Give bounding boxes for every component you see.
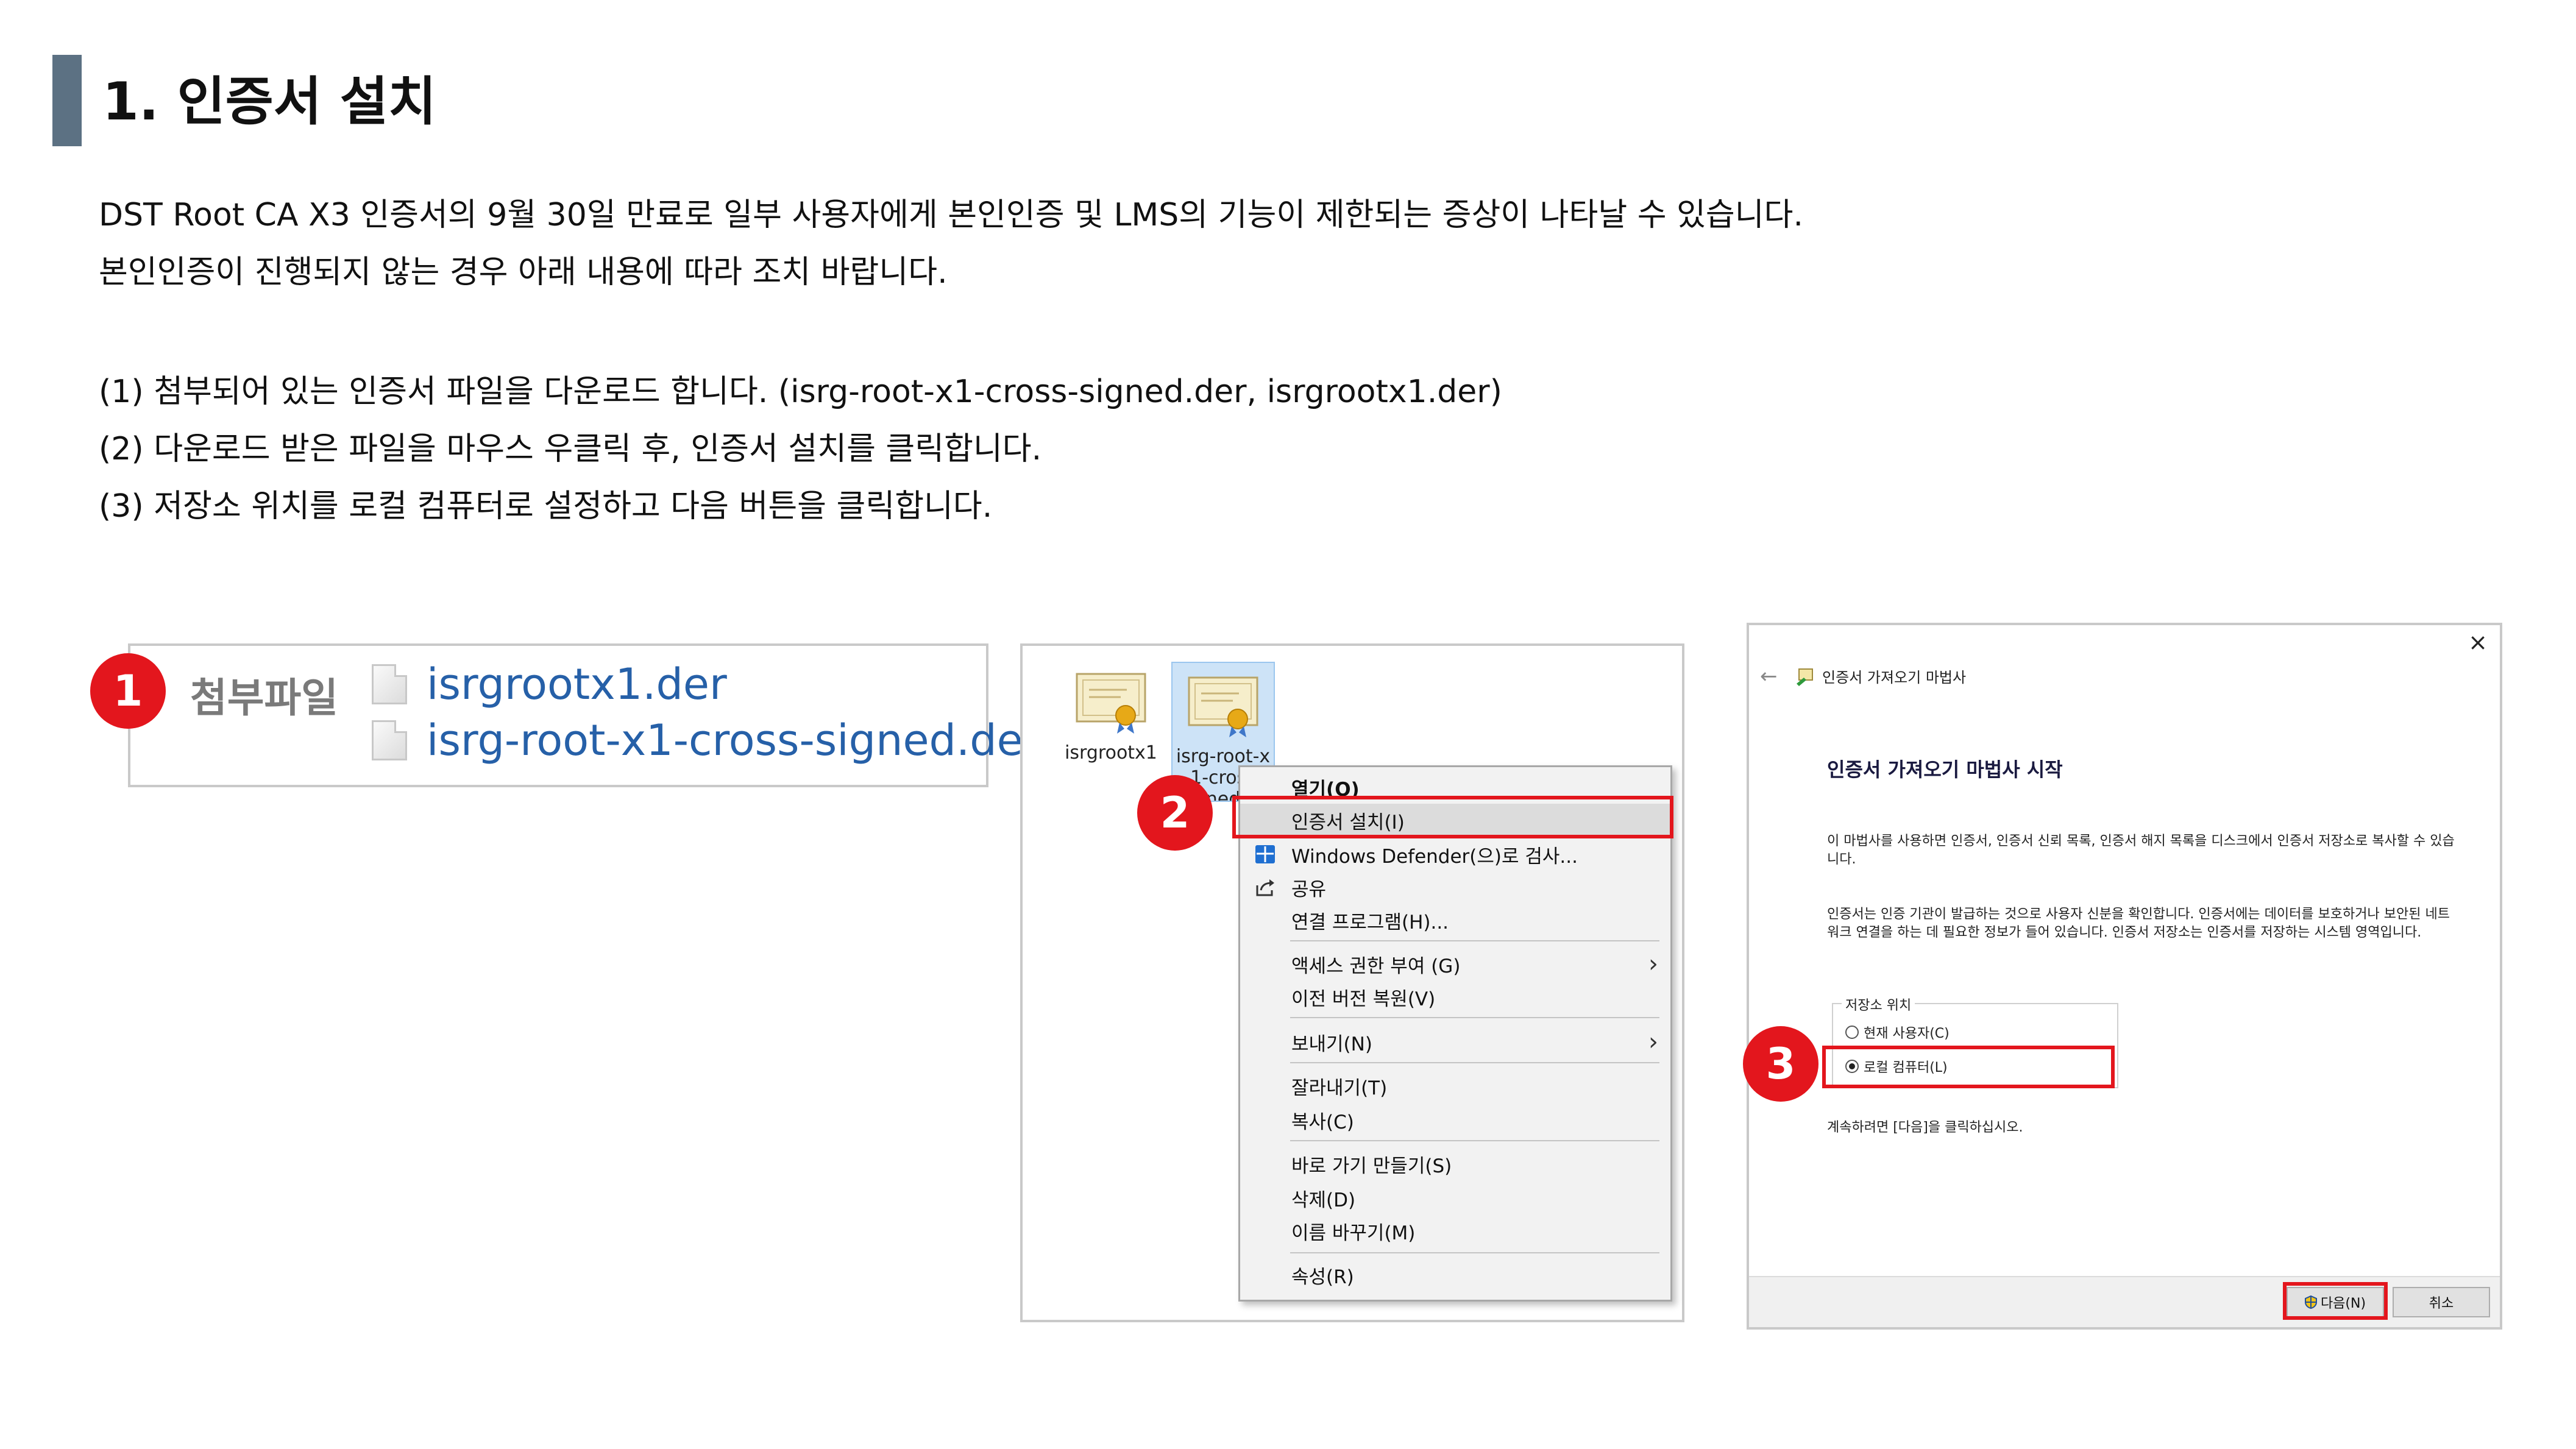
cancel-button[interactable]: 취소 — [2393, 1287, 2490, 1317]
highlight-local-machine — [1822, 1046, 2115, 1088]
store-location-label: 저장소 위치 — [1842, 994, 1915, 1014]
intro-line-2: 본인인증이 진행되지 않는 경우 아래 내용에 따라 조치 바랍니다. — [99, 254, 948, 291]
menu-item-label: 공유 — [1291, 878, 1327, 901]
menu-item-restore-versions[interactable]: 이전 버전 복원(V) — [1240, 980, 1670, 1013]
wizard-description-1: 이 마법사를 사용하면 인증서, 인증서 신뢰 목록, 인증서 해지 목록을 디… — [1827, 834, 2455, 867]
step-2: (2) 다운로드 받은 파일을 마우스 우클릭 후, 인증서 설치를 클릭합니다… — [99, 431, 1042, 467]
menu-item-label: 바로 가기 만들기(S) — [1291, 1155, 1452, 1177]
menu-item-label: 이름 바꾸기(M) — [1291, 1222, 1416, 1244]
file-isrgrootx1[interactable]: isrgrootx1 — [1059, 659, 1163, 763]
attachments-label: 첨부파일 — [190, 675, 338, 721]
wizard-continue-text: 계속하려면 [다음]을 클릭하십시오. — [1827, 1120, 2023, 1135]
menu-separator — [1290, 940, 1659, 941]
certificate-icon — [1188, 676, 1258, 737]
step-1: (1) 첨부되어 있는 인증서 파일을 다운로드 합니다. (isrg-root… — [99, 374, 1502, 410]
radio-button — [1845, 1026, 1859, 1039]
highlight-install-certificate — [1232, 796, 1673, 838]
menu-item-create-shortcut[interactable]: 바로 가기 만들기(S) — [1240, 1147, 1670, 1180]
step-badge-1: 1 — [90, 653, 166, 729]
submenu-arrow-icon: › — [1648, 950, 1658, 978]
highlight-next-button — [2283, 1282, 2388, 1320]
menu-item-copy[interactable]: 복사(C) — [1240, 1104, 1670, 1136]
import-wizard-window: × ← 인증서 가져오기 마법사 인증서 가져오기 마법사 시작 이 마법사를 … — [1747, 623, 2502, 1330]
menu-item-label: Windows Defender(으)로 검사... — [1291, 845, 1578, 868]
wizard-window-title: 인증서 가져오기 마법사 — [1822, 669, 1967, 686]
menu-item-open-with[interactable]: 연결 프로그램(H)... — [1240, 904, 1670, 937]
back-arrow-icon[interactable]: ← — [1760, 664, 1778, 689]
menu-item-give-access[interactable]: 액세스 권한 부여 (G) › — [1240, 948, 1670, 980]
menu-separator — [1290, 1062, 1659, 1063]
attachments-panel: 첨부파일 isrgrootx1.der isrg-root-x1-cross-s… — [128, 643, 1040, 787]
intro-line-1: DST Root CA X3 인증서의 9월 30일 만료로 일부 사용자에게 … — [99, 197, 1803, 233]
menu-item-label: 이전 버전 복원(V) — [1291, 988, 1436, 1010]
submenu-arrow-icon: › — [1648, 1028, 1658, 1056]
menu-item-label: 복사(C) — [1291, 1111, 1354, 1133]
menu-item-label: 보내기(N) — [1291, 1033, 1372, 1055]
attachment-link-isrgrootx1[interactable]: isrgrootx1.der — [372, 659, 727, 709]
menu-separator — [1290, 1017, 1659, 1018]
certificate-icon — [1076, 673, 1146, 734]
cancel-button-label: 취소 — [2429, 1296, 2454, 1311]
wizard-heading: 인증서 가져오기 마법사 시작 — [1827, 758, 2063, 781]
radio-current-user[interactable]: 현재 사용자(C) — [1845, 1022, 1950, 1042]
menu-item-share[interactable]: 공유 — [1240, 871, 1670, 904]
menu-item-label: 삭제(D) — [1291, 1189, 1356, 1211]
windows-defender-icon — [1255, 845, 1275, 863]
step-badge-3: 3 — [1743, 1026, 1818, 1102]
radio-label: 현재 사용자(C) — [1864, 1026, 1950, 1041]
file-icon — [372, 664, 407, 704]
file-name: isrgrootx1 — [1065, 742, 1157, 763]
menu-item-label: 속성(R) — [1291, 1266, 1354, 1288]
menu-separator — [1290, 1140, 1659, 1141]
menu-item-cut[interactable]: 잘라내기(T) — [1240, 1069, 1670, 1102]
menu-item-label: 액세스 권한 부여 (G) — [1291, 955, 1461, 977]
certificate-wizard-icon — [1797, 668, 1813, 686]
title-accent-bar — [52, 55, 82, 146]
step-badge-2: 2 — [1137, 775, 1213, 851]
share-icon — [1256, 879, 1274, 896]
file-name-line: isrg-root-x — [1176, 746, 1271, 767]
context-menu: 열기(O) 인증서 설치(I) Windows Defender(으)로 검사.… — [1238, 765, 1672, 1302]
attachment-filename: isrgrootx1.der — [427, 659, 727, 709]
attachment-filename: isrg-root-x1-cross-signed.der — [427, 715, 1041, 765]
explorer-panel: isrgrootx1 isrg-root-x 1-cross ned 열기(O)… — [1020, 643, 1684, 1322]
menu-item-defender-scan[interactable]: Windows Defender(으)로 검사... — [1240, 838, 1670, 871]
menu-separator — [1290, 1252, 1659, 1253]
menu-item-label: 연결 프로그램(H)... — [1291, 911, 1449, 934]
wizard-description-2: 인증서는 인증 기관이 발급하는 것으로 사용자 신분을 확인합니다. 인증서에… — [1827, 907, 2450, 940]
step-3: (3) 저장소 위치를 로컬 컴퓨터로 설정하고 다음 버튼을 클릭합니다. — [99, 488, 993, 525]
menu-item-rename[interactable]: 이름 바꾸기(M) — [1240, 1214, 1670, 1247]
menu-item-label: 잘라내기(T) — [1291, 1077, 1388, 1099]
menu-item-delete[interactable]: 삭제(D) — [1240, 1182, 1670, 1214]
menu-item-send-to[interactable]: 보내기(N) › — [1240, 1026, 1670, 1058]
section-title: 1. 인증서 설치 — [102, 71, 436, 132]
close-icon[interactable]: × — [2468, 629, 2488, 656]
menu-item-properties[interactable]: 속성(R) — [1240, 1258, 1670, 1291]
file-icon — [372, 720, 407, 760]
attachment-link-cross-signed[interactable]: isrg-root-x1-cross-signed.der — [372, 715, 1040, 765]
